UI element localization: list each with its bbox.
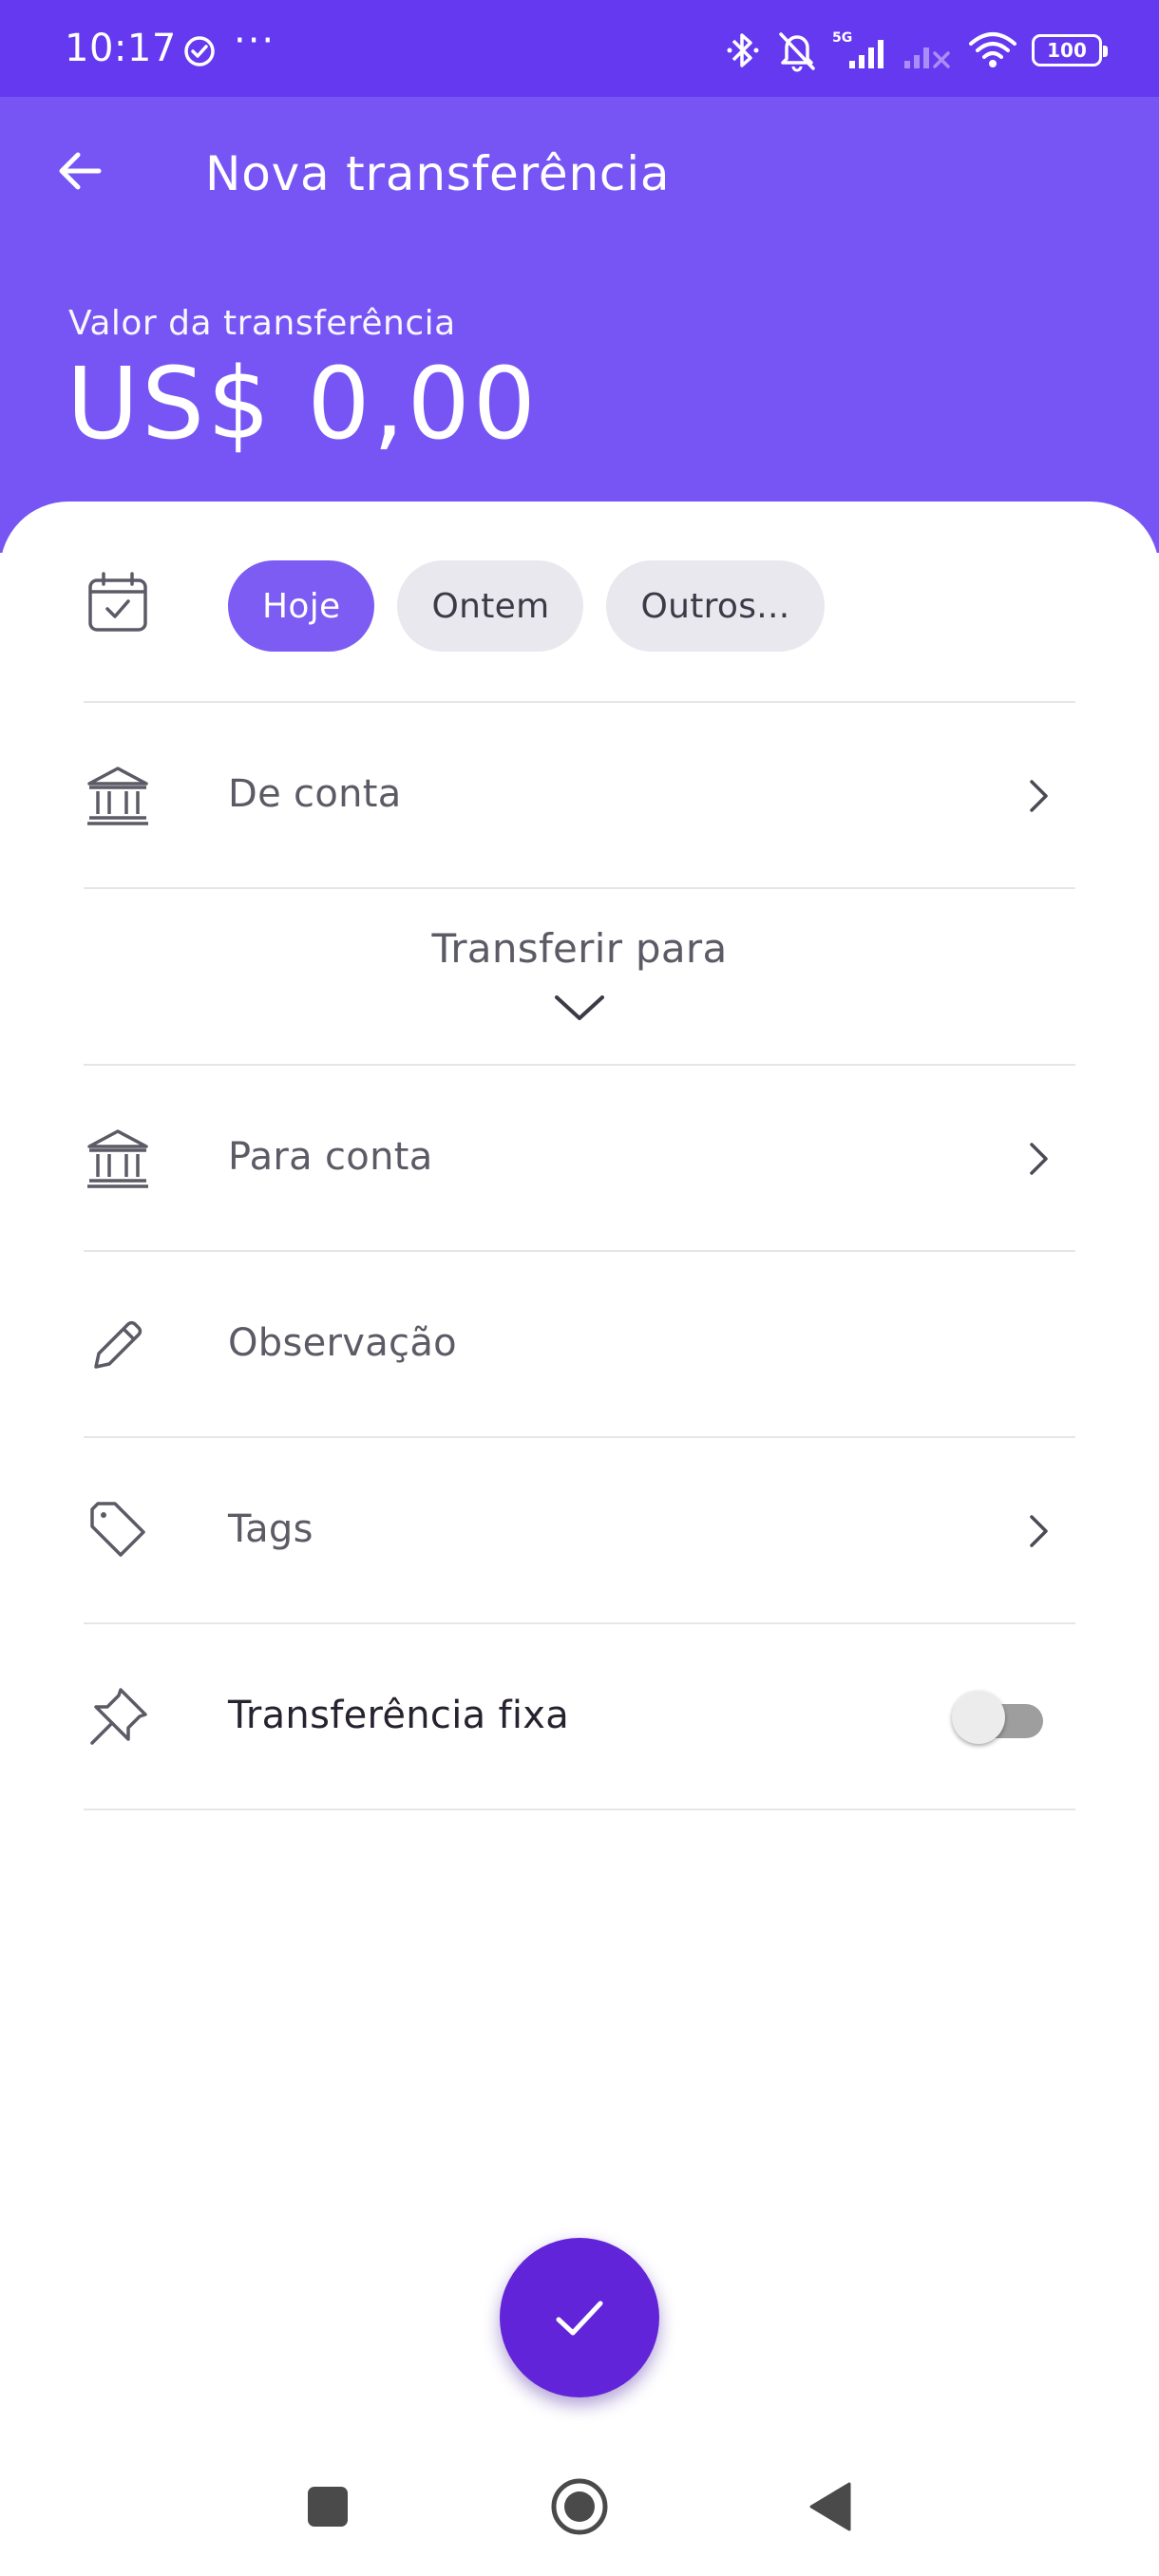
chip-other[interactable]: Outros... [606,560,825,652]
signal-5g-icon: 5G [832,30,884,68]
amount-value[interactable]: US$ 0,00 [66,346,539,462]
bank-icon [84,1125,152,1193]
status-bar: 10:17 ··· 5G 100 [0,0,1159,97]
chevron-down-icon [555,995,604,1020]
calendar-check-icon [84,568,152,636]
triangle-back-icon [809,2482,851,2531]
fixed-transfer-label: Transferência fixa [228,1694,570,1737]
more-notifications-icon: ··· [234,19,276,63]
pencil-icon [84,1311,152,1379]
from-account-label: De conta [228,772,402,816]
chip-yesterday[interactable]: Ontem [397,560,584,652]
toggle-thumb [952,1691,1005,1744]
status-time: 10:17 [65,27,177,70]
system-nav-bar [0,2432,1159,2576]
date-row: Hoje Ontem Outros... [84,502,1075,703]
bluetooth-icon [727,33,759,67]
tags-row[interactable]: Tags [84,1438,1075,1624]
status-icons: 5G 100 [724,27,1108,74]
svg-text:5G: 5G [832,30,852,46]
tag-icon [84,1497,152,1565]
wifi-icon [969,32,1016,67]
bank-icon [84,762,152,830]
date-chips: Hoje Ontem Outros... [228,560,825,652]
check-icon [556,2301,603,2336]
to-account-row[interactable]: Para conta [84,1066,1075,1252]
fixed-transfer-row: Transferência fixa [84,1624,1075,1810]
chevron-right-icon [1020,1140,1058,1178]
chip-today[interactable]: Hoje [228,560,375,652]
recents-button[interactable] [294,2473,361,2540]
note-label: Observação [228,1321,457,1365]
battery-icon: 100 [1032,34,1108,66]
check-circle-icon [184,36,215,66]
pin-icon [84,1683,152,1752]
to-account-label: Para conta [228,1135,433,1179]
transfer-to-label: Transferir para [431,925,728,972]
square-icon [308,2487,348,2527]
mute-bell-icon [779,32,815,72]
header: Nova transferência Valor da transferênci… [0,97,1159,553]
arrow-left-icon [59,152,102,190]
chevron-right-icon [1020,777,1058,815]
home-button[interactable] [546,2473,613,2540]
chevron-right-icon [1020,1512,1058,1550]
circle-home-icon [551,2478,608,2535]
amount-label: Valor da transferência [68,304,456,343]
page-title: Nova transferência [205,146,671,201]
signal-no-service-icon [904,47,950,68]
note-row[interactable]: Observação [84,1252,1075,1438]
battery-level: 100 [1047,39,1087,62]
fixed-transfer-toggle[interactable] [952,1687,1043,1744]
from-account-row[interactable]: De conta [84,703,1075,889]
back-button[interactable] [46,137,114,205]
confirm-button[interactable] [500,2238,659,2397]
transfer-to-section[interactable]: Transferir para [84,889,1075,1066]
back-nav-button[interactable] [798,2473,864,2540]
tags-label: Tags [228,1507,314,1551]
